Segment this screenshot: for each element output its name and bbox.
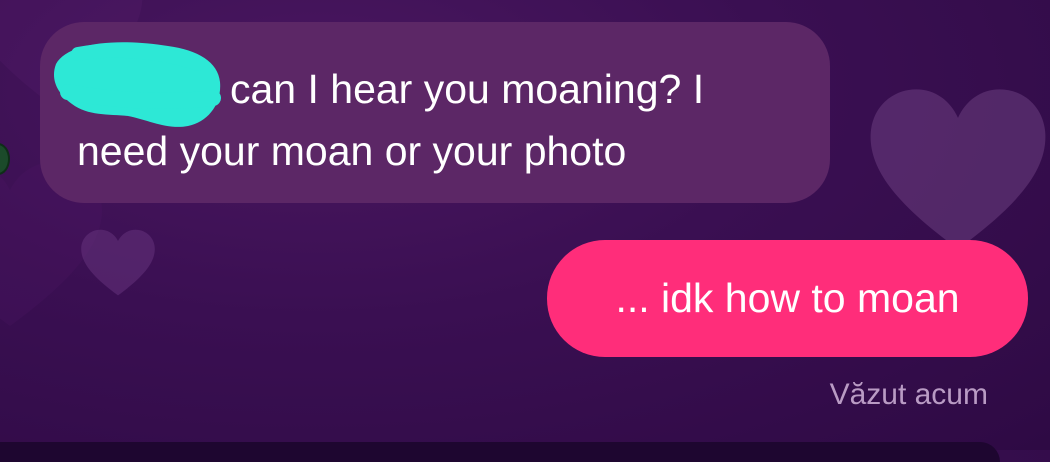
outgoing-message-text: ... idk how to moan <box>615 275 960 321</box>
incoming-message-bubble[interactable]: can I hear you moaning? I need your moan… <box>40 22 830 203</box>
message-composer-edge[interactable] <box>0 442 1000 462</box>
background-heart-icon <box>81 229 155 296</box>
outgoing-message-bubble[interactable]: ... idk how to moan <box>547 240 1028 357</box>
redaction-scribble <box>53 42 221 127</box>
seen-status: Văzut acum <box>829 378 988 411</box>
